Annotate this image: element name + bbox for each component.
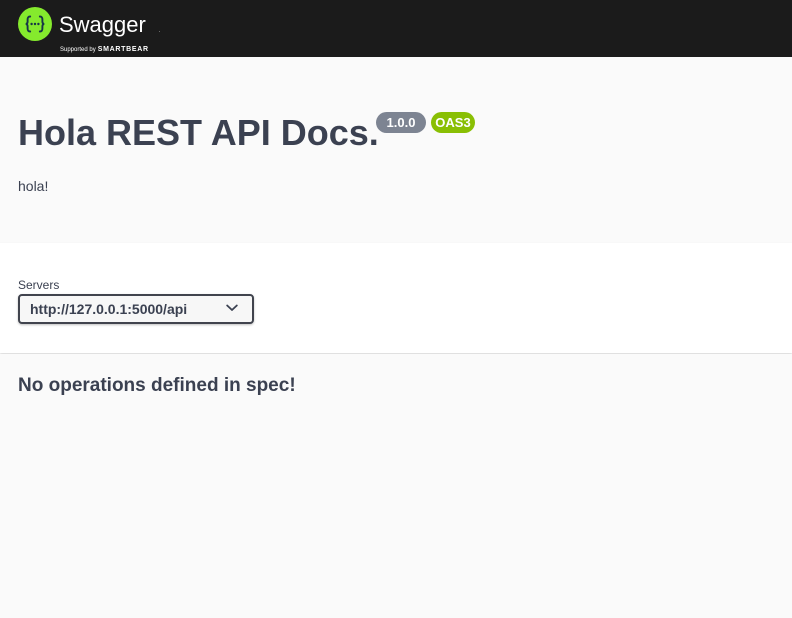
operations-section: No operations defined in spec! <box>0 354 792 618</box>
logo-smartbear: SMARTBEAR <box>97 46 149 53</box>
no-operations-message: No operations defined in spec! <box>18 375 296 396</box>
version-badge: 1.0.0 <box>376 112 426 133</box>
api-title: Hola REST API Docs. <box>18 112 379 153</box>
chevron-down-icon <box>226 304 238 311</box>
servers-section: Servers http://127.0.0.1:5000/api <box>0 243 792 353</box>
info-section: Hola REST API Docs. 1.0.0 OAS3 hola! <box>0 57 792 243</box>
logo-wordmark: Swagger <box>59 12 146 37</box>
api-description: hola! <box>18 178 49 194</box>
servers-select[interactable]: http://127.0.0.1:5000/api <box>18 294 254 324</box>
logo-tagline: Supported by SMARTBEAR <box>60 38 149 56</box>
topbar: Swagger . Supported by SMARTBEAR <box>0 0 792 57</box>
logo-supported-by: Supported by <box>60 47 96 53</box>
logo-trademark: . <box>159 28 161 34</box>
selected-server: http://127.0.0.1:5000/api <box>30 301 188 317</box>
oas-badge: OAS3 <box>431 112 475 133</box>
swagger-braces-icon <box>18 7 52 41</box>
servers-label: Servers <box>18 278 60 292</box>
